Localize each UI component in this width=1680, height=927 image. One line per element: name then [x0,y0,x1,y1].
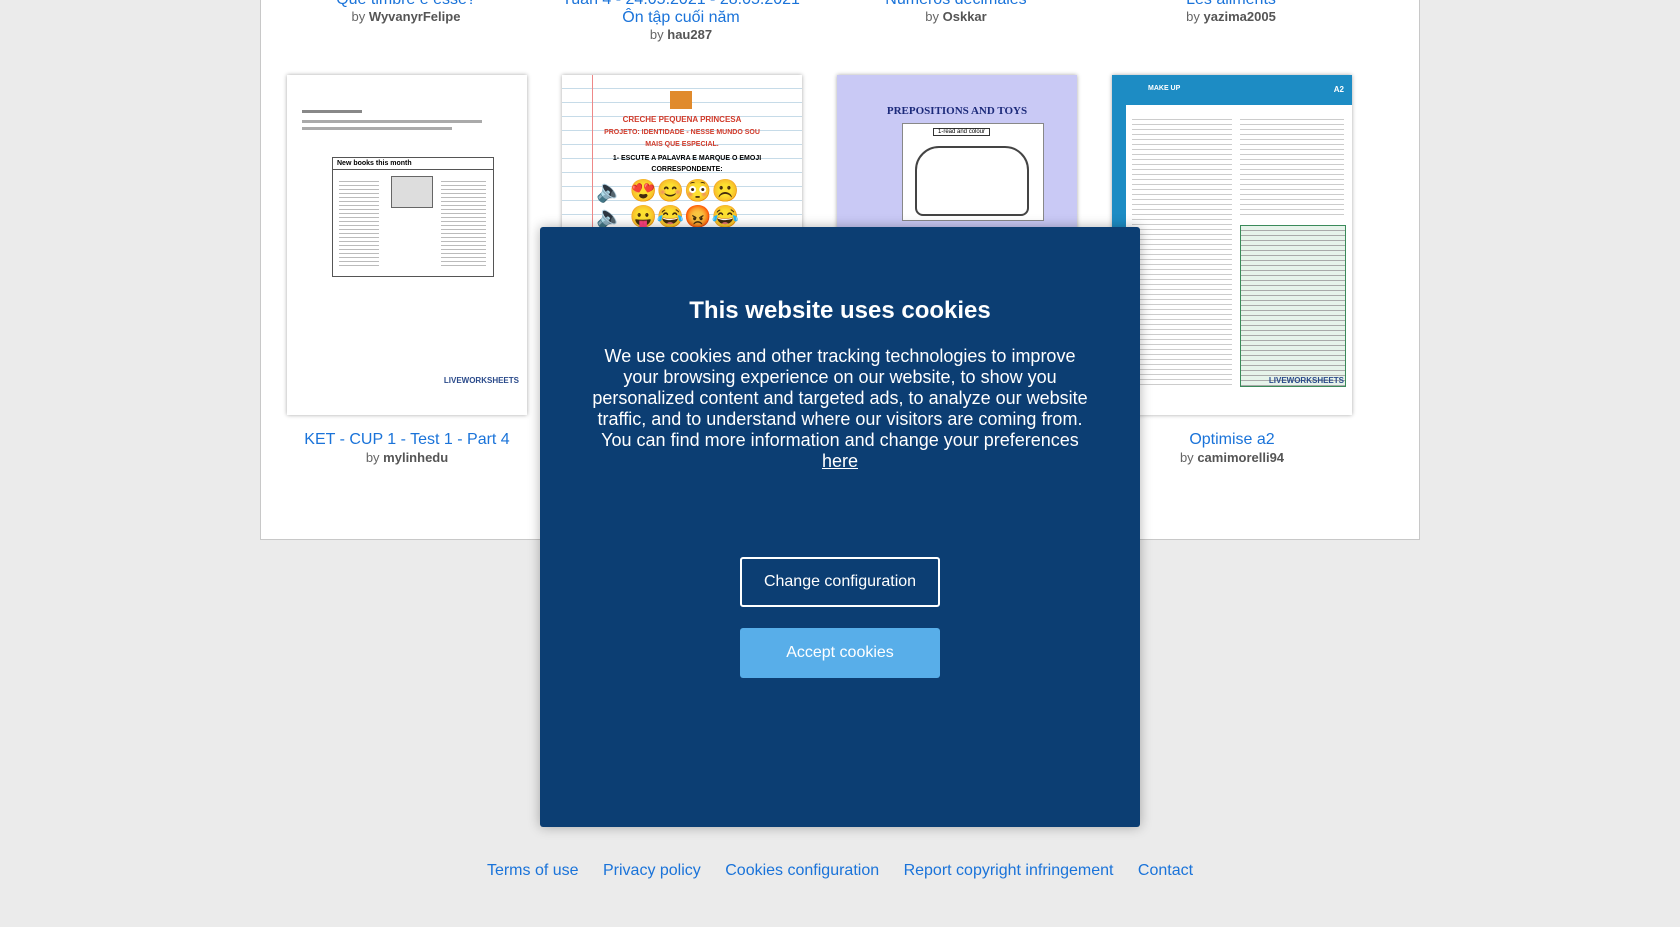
change-configuration-button[interactable]: Change configuration [740,557,940,607]
thumbnail-header: PREPOSITIONS AND TOYS [886,105,1028,117]
worksheet-title-link[interactable]: Números decimales [836,0,1076,9]
thumbnail-question: 1- ESCUTE A PALAVRA E MARQUE O EMOJI COR… [612,155,762,173]
toys-picture: 1-read and colour [902,123,1044,221]
worksheet-card: Tuần 4 - 24.05.2021 - 28.05.2021 Ôn tập … [561,0,801,43]
cookie-info-link[interactable]: here [822,451,858,471]
accept-cookies-button[interactable]: Accept cookies [740,628,940,678]
liveworksheets-watermark: LIVEWORKSHEETS [1268,376,1344,385]
thumbnail-subheader: PROJETO: IDENTIDADE - NESSE MUNDO SOU MA… [604,129,760,148]
worksheet-thumbnail[interactable]: MAKE UP A2 LIVEWORKSHEETS [1112,75,1352,415]
terms-of-use-link[interactable]: Terms of use [487,862,579,879]
by-label: by [925,9,939,24]
liveworksheets-watermark: LIVEWORKSHEETS [443,376,519,385]
author-name: hau287 [667,27,713,42]
cookie-modal-title: This website uses cookies [689,297,991,324]
worksheet-card: Les aliments by yazima2005 [1111,0,1351,25]
author-name: Oskkar [942,9,987,24]
thumbnail-header: MAKE UP [1148,85,1181,92]
castle-icon [670,91,692,109]
contact-link[interactable]: Contact [1138,862,1193,879]
privacy-policy-link[interactable]: Privacy policy [603,862,701,879]
emoji-row: 🔈 😍😊😳☹️ [596,178,740,203]
cookie-modal-body: We use cookies and other tracking techno… [592,346,1088,450]
worksheet-card: Números decimales by Oskkar [836,0,1076,25]
worksheet-byline: by yazima2005 [1111,9,1351,25]
worksheet-card: Que timbre é esse? by WyvanyrFelipe [286,0,526,25]
report-copyright-link[interactable]: Report copyright infringement [904,862,1114,879]
author-name: WyvanyrFelipe [368,9,461,24]
worksheet-title-link[interactable]: KET - CUP 1 - Test 1 - Part 4 [287,431,527,449]
cookie-modal-text: We use cookies and other tracking techno… [590,346,1090,472]
by-label: by [649,27,664,42]
worksheet-title-link[interactable]: Les aliments [1111,0,1351,9]
level-badge: A2 [1333,85,1344,94]
thumbnail-page: MAKE UP A2 LIVEWORKSHEETS [1112,75,1352,415]
worksheet-byline: by mylinhedu [287,450,527,466]
worksheet-title-link-line2[interactable]: Ôn tập cuối năm [561,9,801,27]
worksheet-thumbnail[interactable]: New books this month LIVEWORKSHEETS [287,75,527,415]
cookie-consent-modal: This website uses cookies We use cookies… [540,227,1140,827]
thumbnail-header: New books this month [333,158,493,170]
author-name: camimorelli94 [1197,450,1285,465]
worksheet-byline: by hau287 [561,27,801,43]
worksheet-title-link[interactable]: Tuần 4 - 24.05.2021 - 28.05.2021 [561,0,801,9]
by-label: by [365,450,380,465]
thumbnail-banner: MAKE UP A2 [1112,75,1352,105]
by-label: by [1186,9,1200,24]
thumbnail-subheader: 1-read and colour [933,128,991,136]
thumbnail-page: New books this month LIVEWORKSHEETS [287,75,527,415]
worksheet-byline: by WyvanyrFelipe [286,9,526,25]
author-name: yazima2005 [1203,9,1276,24]
worksheet-title-link[interactable]: Que timbre é esse? [286,0,526,9]
worksheet-title-link[interactable]: Optimise a2 [1112,431,1352,449]
cookies-configuration-link[interactable]: Cookies configuration [725,862,879,879]
thumbnail-header: CRECHE PEQUENA PRINCESA [622,115,742,124]
worksheet-byline: by camimorelli94 [1112,450,1352,466]
author-name: mylinhedu [383,450,449,465]
worksheet-byline: by Oskkar [836,9,1076,25]
by-label: by [1179,450,1194,465]
by-label: by [351,9,366,24]
footer-links: Terms of use Privacy policy Cookies conf… [0,862,1680,880]
